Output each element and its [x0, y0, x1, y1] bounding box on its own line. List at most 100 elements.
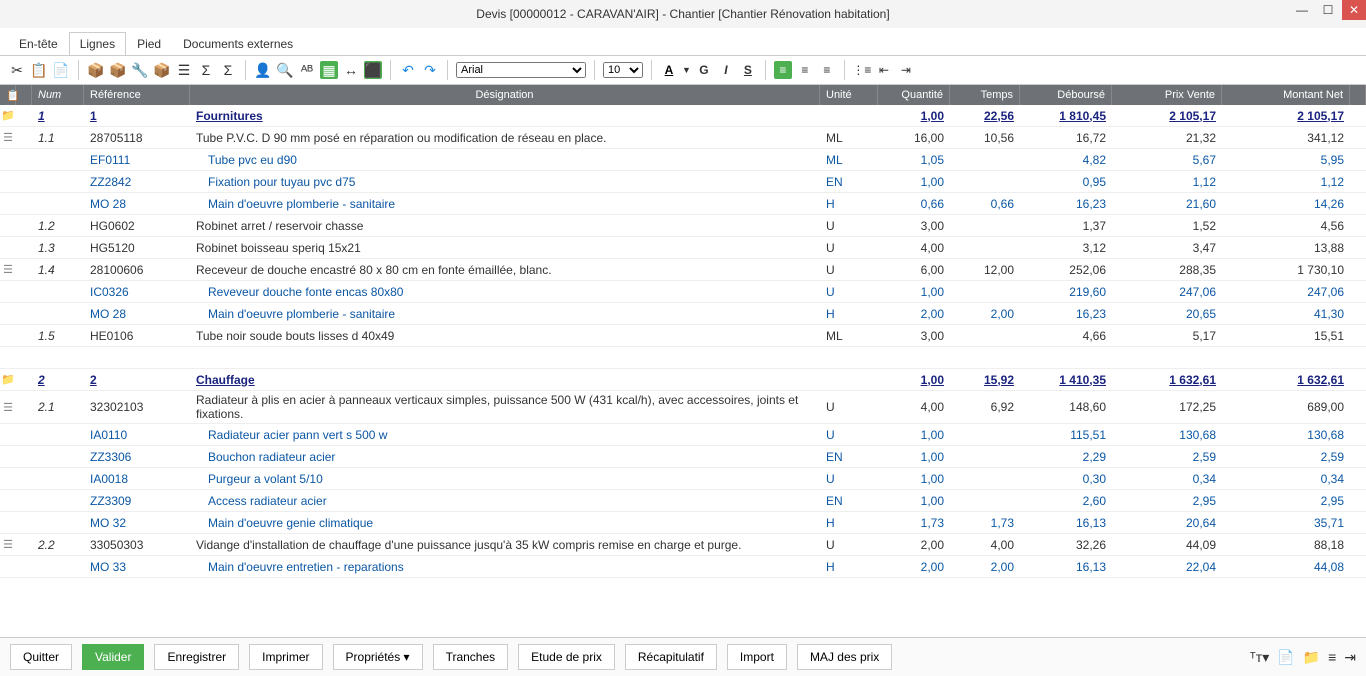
cell-net: 13,88 [1222, 241, 1350, 255]
tab-lignes[interactable]: Lignes [69, 32, 126, 55]
cell-ref: IA0110 [84, 428, 190, 442]
box2-icon[interactable]: 📦 [109, 61, 127, 79]
table-row[interactable]: ☰1.128705118Tube P.V.C. D 90 mm posé en … [0, 127, 1366, 149]
table-row[interactable]: 1.5HE0106Tube noir soude bouts lisses d … [0, 325, 1366, 347]
table-row[interactable]: IC0326Reveveur douche fonte encas 80x80U… [0, 281, 1366, 303]
tab-entete[interactable]: En-tête [8, 32, 69, 55]
col-ref[interactable]: Référence [84, 85, 190, 105]
table-row[interactable]: 📁22Chauffage1,0015,921 410,351 632,611 6… [0, 369, 1366, 391]
cell-prix: 3,47 [1112, 241, 1222, 255]
cell-deb: 252,06 [1020, 263, 1112, 277]
col-net[interactable]: Montant Net [1222, 85, 1350, 105]
table-row[interactable]: 1.2HG0602Robinet arret / reservoir chass… [0, 215, 1366, 237]
table-row[interactable]: ZZ3306Bouchon radiateur acierEN1,002,292… [0, 446, 1366, 468]
sum2-icon[interactable]: Σ [219, 61, 237, 79]
italic-button[interactable]: I [717, 61, 735, 79]
table-row[interactable]: ☰2.132302103Radiateur à plis en acier à … [0, 391, 1366, 424]
col-unit[interactable]: Unité [820, 85, 878, 105]
minimize-button[interactable]: — [1290, 0, 1314, 20]
cell-designation: Radiateur acier pann vert s 500 w [190, 426, 820, 444]
underline-button[interactable]: S [739, 61, 757, 79]
align-icon[interactable]: ≡ [1328, 649, 1336, 666]
cell-designation: Receveur de douche encastré 80 x 80 cm e… [190, 261, 820, 279]
table-row[interactable]: ☰2.233050303Vidange d'installation de ch… [0, 534, 1366, 556]
tool-icon[interactable]: 🔧 [131, 61, 149, 79]
col-time[interactable]: Temps [950, 85, 1020, 105]
cell-time: 2,00 [950, 560, 1020, 574]
doc-icon[interactable]: 📄 [1277, 649, 1294, 666]
table-row[interactable]: MO 28Main d'oeuvre plomberie - sanitaire… [0, 303, 1366, 325]
etude-button[interactable]: Etude de prix [518, 644, 615, 670]
recap-button[interactable]: Récapitulatif [625, 644, 717, 670]
green2-icon[interactable]: ⬛ [364, 61, 382, 79]
imprimer-button[interactable]: Imprimer [249, 644, 322, 670]
title-bar: Devis [00000012 - CARAVAN'AIR] - Chantie… [0, 0, 1366, 28]
search-icon[interactable]: 🔍 [276, 61, 294, 79]
bullet-list-icon[interactable]: ⋮≡ [853, 61, 871, 79]
collapse-icon[interactable]: ⇥ [1344, 649, 1356, 666]
col-prix[interactable]: Prix Vente [1112, 85, 1222, 105]
table-row[interactable]: MO 32Main d'oeuvre genie climatiqueH1,73… [0, 512, 1366, 534]
table-row[interactable]: IA0110Radiateur acier pann vert s 500 wU… [0, 424, 1366, 446]
person-icon[interactable]: 👤 [254, 61, 272, 79]
spell-icon[interactable]: ᴬᴮ [298, 61, 316, 79]
green1-icon[interactable]: ▦ [320, 61, 338, 79]
font-select[interactable]: Arial [456, 62, 586, 78]
table-row[interactable]: IA0018Purgeur a volant 5/10U1,000,300,34… [0, 468, 1366, 490]
cell-ref: HG0602 [84, 219, 190, 233]
table-row[interactable]: MO 33Main d'oeuvre entretien - reparatio… [0, 556, 1366, 578]
align-center-icon[interactable]: ≡ [796, 61, 814, 79]
import-button[interactable]: Import [727, 644, 787, 670]
tree-icon[interactable]: ᵀᴛ▾ [1250, 649, 1270, 666]
valider-button[interactable]: Valider [82, 644, 144, 670]
table-row[interactable]: 📁11Fournitures1,0022,561 810,452 105,172… [0, 105, 1366, 127]
table-row[interactable]: EF0111Tube pvc eu d90ML1,054,825,675,95 [0, 149, 1366, 171]
tab-pied[interactable]: Pied [126, 32, 172, 55]
col-icon[interactable]: 📋 [0, 85, 16, 105]
row-icon: ☰ [0, 263, 16, 276]
tab-documents[interactable]: Documents externes [172, 32, 304, 55]
undo-icon[interactable]: ↶ [399, 61, 417, 79]
cell-qty: 2,00 [878, 538, 950, 552]
table-row[interactable]: ZZ2842Fixation pour tuyau pvc d75EN1,000… [0, 171, 1366, 193]
col-qty[interactable]: Quantité [878, 85, 950, 105]
font-color-icon[interactable]: A [660, 61, 678, 79]
redo-icon[interactable]: ↷ [421, 61, 439, 79]
grid-body[interactable]: 📁11Fournitures1,0022,561 810,452 105,172… [0, 105, 1366, 605]
close-button[interactable]: ✕ [1342, 0, 1366, 20]
tranches-button[interactable]: Tranches [433, 644, 509, 670]
box-icon[interactable]: 📦 [87, 61, 105, 79]
cell-time: 1,73 [950, 516, 1020, 530]
table-row[interactable]: MO 28Main d'oeuvre plomberie - sanitaire… [0, 193, 1366, 215]
cut-icon[interactable]: ✂ [8, 61, 26, 79]
box3-icon[interactable]: 📦 [153, 61, 171, 79]
outdent-icon[interactable]: ⇤ [875, 61, 893, 79]
align-right-icon[interactable]: ≡ [818, 61, 836, 79]
indent-icon[interactable]: ⇥ [897, 61, 915, 79]
table-row[interactable]: ☰1.428100606Receveur de douche encastré … [0, 259, 1366, 281]
sum-icon[interactable]: Σ [197, 61, 215, 79]
arrow-icon[interactable]: ↔ [342, 61, 360, 79]
folder-icon[interactable]: 📁 [1303, 649, 1320, 666]
maximize-button[interactable]: ☐ [1316, 0, 1340, 20]
size-select[interactable]: 10 [603, 62, 643, 78]
cell-unit: H [820, 516, 878, 530]
cell-ref: MO 33 [84, 560, 190, 574]
cell-ref: HG5120 [84, 241, 190, 255]
tab-bar: En-tête Lignes Pied Documents externes [0, 28, 1366, 56]
proprietes-button[interactable]: Propriétés ▾ [333, 644, 423, 670]
col-deb[interactable]: Déboursé [1020, 85, 1112, 105]
paste-icon[interactable]: 📄 [52, 61, 70, 79]
col-designation[interactable]: Désignation [190, 85, 820, 105]
align-left-icon[interactable]: ≡ [774, 61, 792, 79]
col-num[interactable]: Num [32, 85, 84, 105]
quitter-button[interactable]: Quitter [10, 644, 72, 670]
table-row[interactable]: ZZ3309Access radiateur acierEN1,002,602,… [0, 490, 1366, 512]
maj-button[interactable]: MAJ des prix [797, 644, 892, 670]
bold-button[interactable]: G [695, 61, 713, 79]
copy-icon[interactable]: 📋 [30, 61, 48, 79]
cell-num: 1.4 [32, 263, 84, 277]
enregistrer-button[interactable]: Enregistrer [154, 644, 239, 670]
table-row[interactable]: 1.3HG5120Robinet boisseau speriq 15x21U4… [0, 237, 1366, 259]
list-icon[interactable]: ☰ [175, 61, 193, 79]
